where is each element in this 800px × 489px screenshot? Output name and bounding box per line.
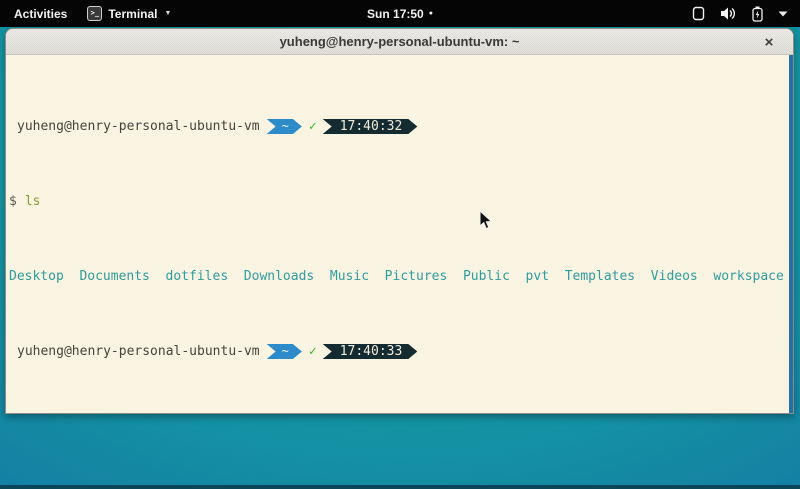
- window-titlebar[interactable]: yuheng@henry-personal-ubuntu-vm: ~ ×: [6, 29, 793, 55]
- prompt-user-host: yuheng@henry-personal-ubuntu-vm: [17, 119, 260, 134]
- chevron-down-icon: [778, 11, 788, 17]
- window-title: yuheng@henry-personal-ubuntu-vm: ~: [280, 34, 520, 49]
- desktop-bottom-edge: [0, 485, 800, 489]
- ls-output-line: Desktop Documents dotfiles Downloads Mus…: [9, 269, 793, 284]
- prompt-line-2: yuheng@henry-personal-ubuntu-vm ~ ✓ 17:4…: [9, 344, 793, 359]
- prompt-path-segment: ~: [267, 119, 302, 134]
- prompt-user-host: yuheng@henry-personal-ubuntu-vm: [17, 344, 260, 359]
- prompt-dollar: $: [9, 194, 17, 209]
- close-icon[interactable]: ×: [759, 29, 779, 55]
- terminal-content[interactable]: yuheng@henry-personal-ubuntu-vm ~ ✓ 17:4…: [6, 55, 793, 414]
- battery-charging-icon: [752, 6, 763, 22]
- prompt-time-segment: 17:40:33: [323, 344, 418, 359]
- check-icon: ✓: [309, 119, 317, 134]
- command-line: $ ls: [9, 194, 793, 209]
- clock-label: Sun 17:50: [367, 7, 424, 21]
- prompt-path-segment: ~: [267, 344, 302, 359]
- system-status-area[interactable]: [692, 6, 800, 22]
- prompt-line-1: yuheng@henry-personal-ubuntu-vm ~ ✓ 17:4…: [9, 119, 793, 134]
- display-icon: [692, 6, 705, 21]
- check-icon: ✓: [309, 344, 317, 359]
- top-bar: Activities >_ Terminal ▼ Sun 17:50 ●: [0, 0, 800, 27]
- notification-dot-icon: ●: [429, 10, 433, 17]
- clock-button[interactable]: Sun 17:50 ●: [0, 7, 800, 21]
- command-text: ls: [25, 194, 41, 209]
- terminal-window: yuheng@henry-personal-ubuntu-vm: ~ × yuh…: [5, 28, 794, 414]
- volume-icon: [720, 6, 737, 21]
- directory-list: Desktop Documents dotfiles Downloads Mus…: [9, 269, 784, 284]
- terminal-scrollbar[interactable]: [789, 55, 793, 414]
- prompt-time-segment: 17:40:32: [323, 119, 418, 134]
